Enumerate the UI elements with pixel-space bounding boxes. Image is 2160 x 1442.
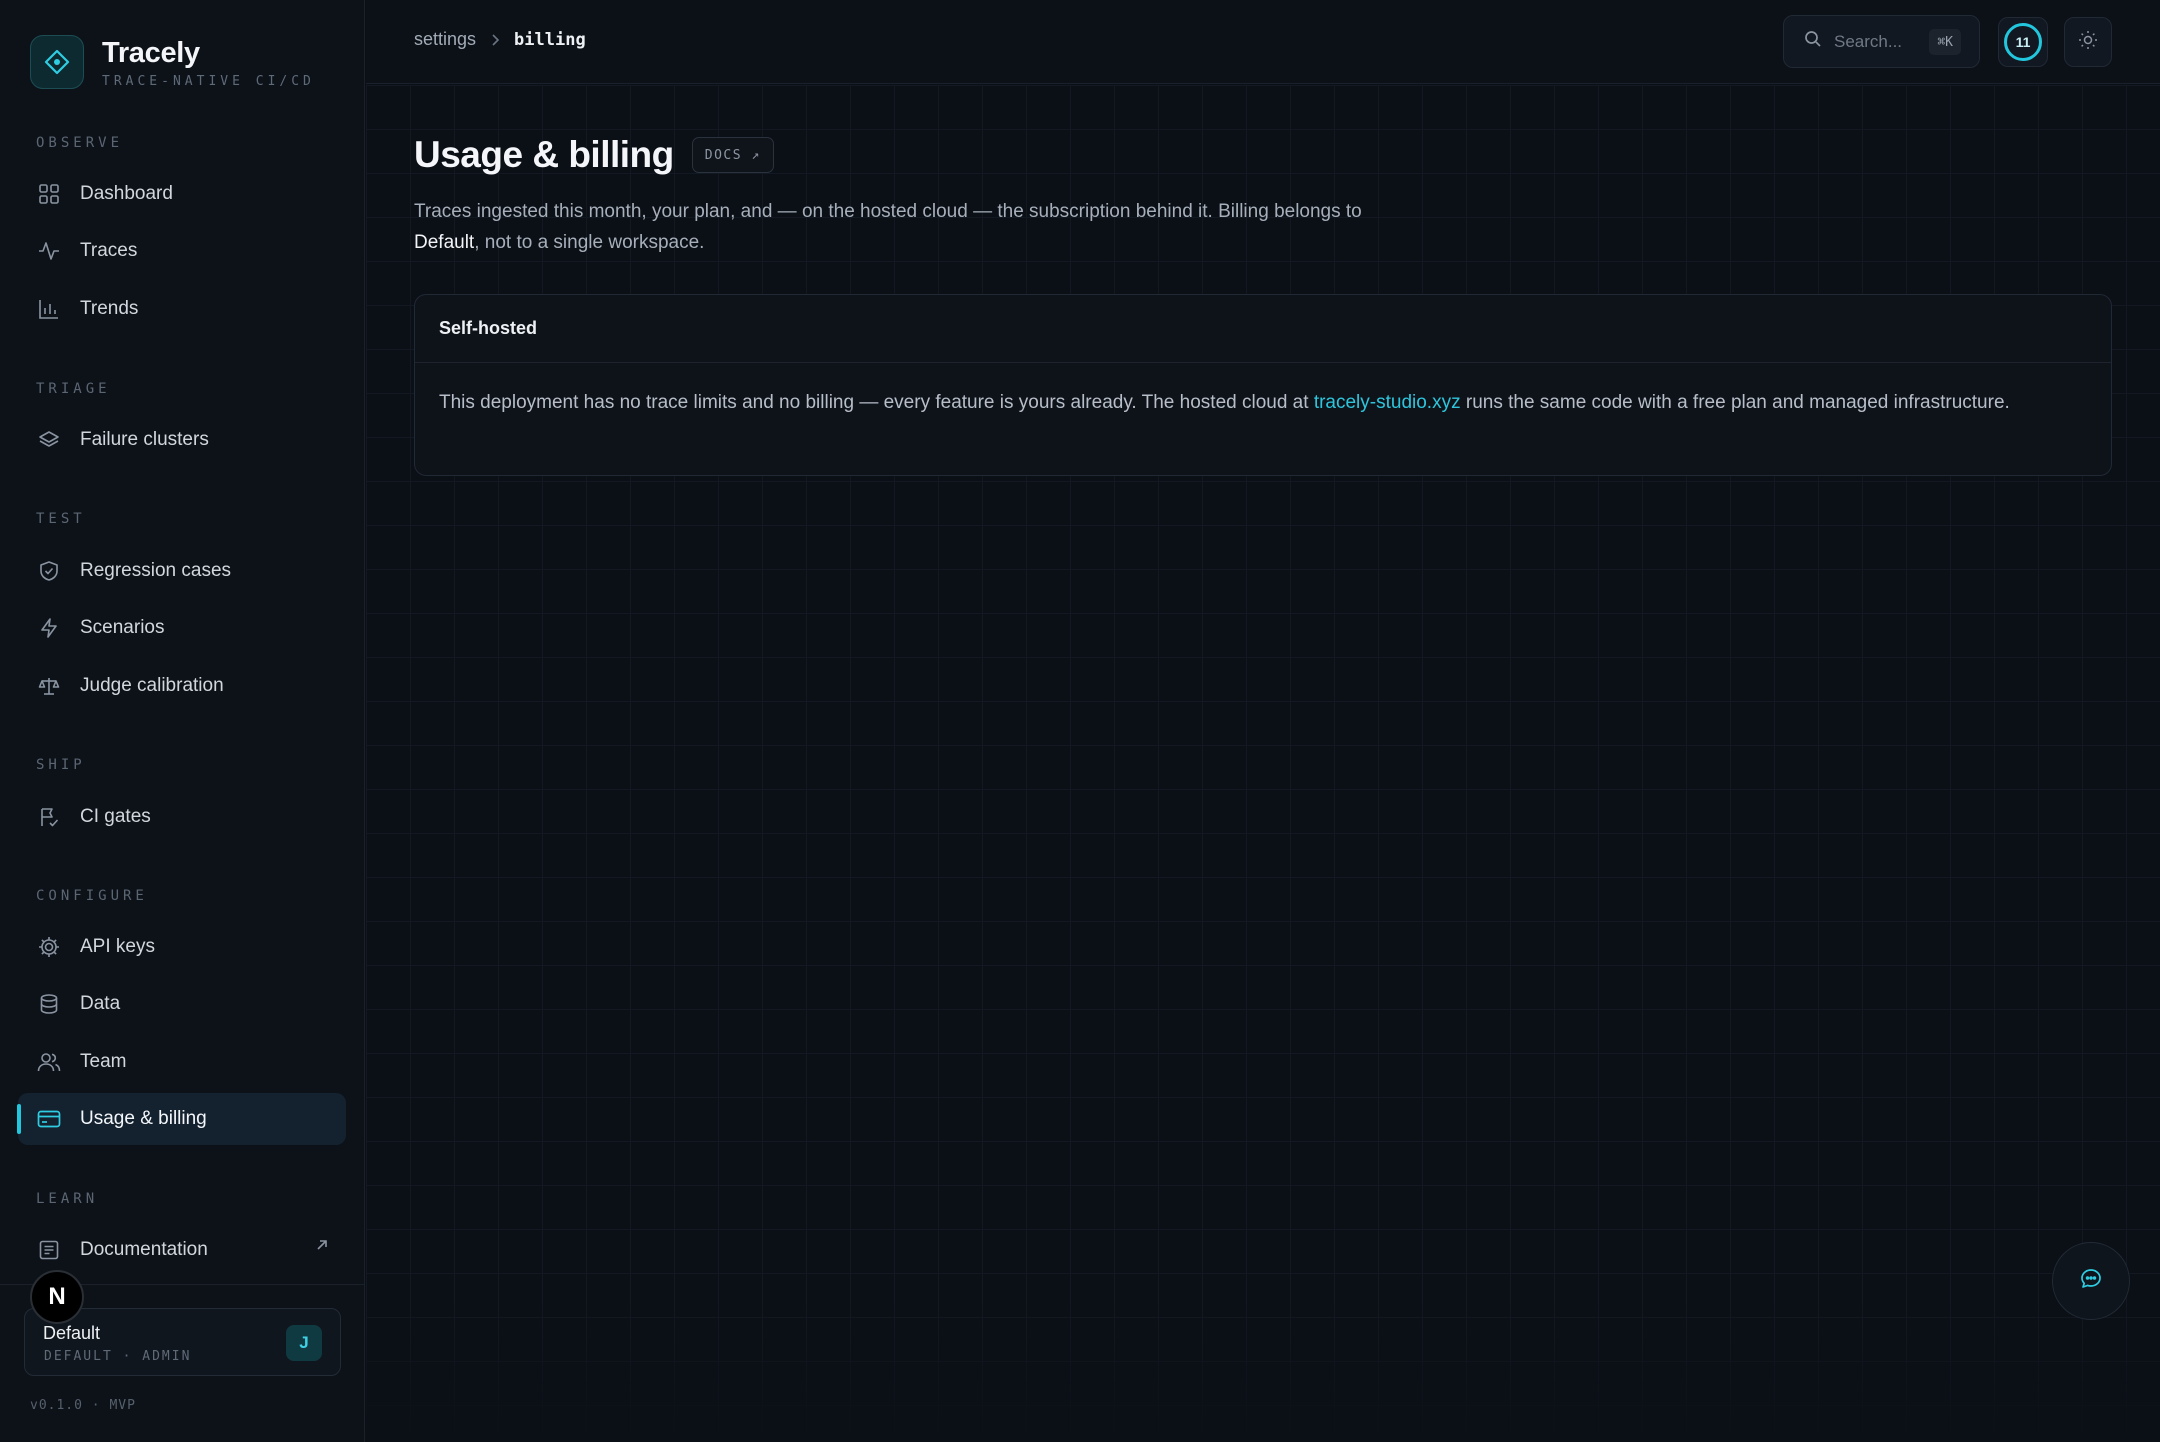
sidebar-item-ci-gates[interactable]: CI gates bbox=[18, 791, 346, 843]
page-title: Usage & billing bbox=[414, 134, 674, 175]
avatar[interactable]: N bbox=[30, 1270, 84, 1324]
sidebar-item-label: Dashboard bbox=[80, 183, 173, 204]
sidebar-item-usage-billing[interactable]: Usage & billing bbox=[17, 1093, 346, 1145]
sidebar-item-label: Scenarios bbox=[80, 617, 165, 638]
sidebar-item-label: Trends bbox=[80, 298, 139, 319]
sidebar-item-label: CI gates bbox=[80, 806, 151, 827]
shield-icon bbox=[36, 558, 62, 584]
sidebar-item-label: Team bbox=[80, 1051, 127, 1072]
topbar: settings billing Search... ⌘K 11 bbox=[366, 0, 2160, 84]
search-placeholder: Search... bbox=[1834, 31, 1903, 51]
card-body-text: This deployment has no trace limits and … bbox=[439, 392, 1314, 413]
chat-icon bbox=[2079, 1267, 2103, 1296]
gear-icon bbox=[36, 934, 62, 960]
sidebar-item-label: Documentation bbox=[80, 1239, 208, 1260]
sidebar-item-label: Data bbox=[80, 993, 121, 1014]
sidebar-item-trends[interactable]: Trends bbox=[18, 283, 346, 335]
bolt-icon bbox=[36, 615, 62, 641]
sidebar-item-label: Judge calibration bbox=[80, 675, 224, 696]
activity-counter-button[interactable]: 11 bbox=[1998, 17, 2048, 67]
scale-icon bbox=[36, 673, 62, 699]
sidebar-item-scenarios[interactable]: Scenarios bbox=[18, 602, 346, 654]
nav-heading-test: TEST bbox=[36, 511, 86, 527]
document-icon bbox=[36, 1237, 62, 1263]
sidebar-item-label: API keys bbox=[80, 936, 155, 957]
sidebar-item-label: Regression cases bbox=[80, 560, 232, 581]
sidebar-item-label: Usage & billing bbox=[80, 1108, 207, 1129]
sun-icon bbox=[2077, 29, 2099, 56]
chevron-right-icon bbox=[490, 33, 500, 47]
search-input[interactable]: Search... ⌘K bbox=[1783, 15, 1980, 68]
nav-heading-triage: TRIAGE bbox=[36, 381, 111, 397]
card-body: This deployment has no trace limits and … bbox=[439, 387, 2089, 418]
workspace-meta: DEFAULT · ADMIN bbox=[44, 1349, 192, 1364]
sidebar-item-label: Traces bbox=[80, 240, 138, 261]
description-text: Traces ingested this month, your plan, a… bbox=[414, 201, 1362, 222]
counter-value: 11 bbox=[2004, 23, 2042, 61]
layers-icon bbox=[36, 427, 62, 453]
sidebar-item-failure-clusters[interactable]: Failure clusters bbox=[18, 414, 346, 466]
main-content bbox=[366, 85, 2160, 1442]
description-text-end: , not to a single workspace. bbox=[474, 232, 705, 253]
external-link-icon bbox=[314, 1237, 330, 1259]
brand-tagline: TRACE-NATIVE CI/CD bbox=[102, 73, 315, 89]
page-description: Traces ingested this month, your plan, a… bbox=[414, 196, 1414, 258]
search-icon bbox=[1804, 30, 1822, 53]
sidebar-item-data[interactable]: Data bbox=[18, 978, 346, 1030]
search-shortcut: ⌘K bbox=[1929, 29, 1961, 55]
sidebar-item-team[interactable]: Team bbox=[18, 1036, 346, 1088]
logo-icon bbox=[30, 35, 84, 89]
sidebar-item-judge-calibration[interactable]: Judge calibration bbox=[18, 660, 346, 712]
bar-chart-icon bbox=[36, 296, 62, 322]
sidebar-item-label: Failure clusters bbox=[80, 429, 209, 450]
chat-button[interactable] bbox=[2052, 1242, 2130, 1320]
credit-card-icon bbox=[36, 1106, 62, 1132]
docs-link[interactable]: DOCS ↗ bbox=[691, 137, 774, 173]
brand[interactable]: Tracely TRACE-NATIVE CI/CD bbox=[30, 35, 315, 89]
nav-heading-ship: SHIP bbox=[36, 757, 86, 773]
version-label: v0.1.0 · MVP bbox=[30, 1398, 136, 1413]
sidebar: Tracely TRACE-NATIVE CI/CD OBSERVE Dashb… bbox=[0, 0, 365, 1442]
user-badge: J bbox=[286, 1325, 322, 1361]
nav-heading-learn: LEARN bbox=[36, 1191, 99, 1207]
breadcrumb-billing: billing bbox=[514, 29, 586, 50]
activity-icon bbox=[36, 238, 62, 264]
theme-toggle-button[interactable] bbox=[2064, 17, 2112, 67]
sidebar-item-api-keys[interactable]: API keys bbox=[18, 921, 346, 973]
workspace-name: Default bbox=[43, 1323, 101, 1343]
card-body-text-end: runs the same code with a free plan and … bbox=[1460, 392, 2010, 413]
card-title: Self-hosted bbox=[415, 295, 2111, 363]
nav-heading-configure: CONFIGURE bbox=[36, 888, 148, 904]
breadcrumb: settings billing bbox=[414, 29, 586, 50]
sidebar-item-traces[interactable]: Traces bbox=[18, 225, 346, 277]
brand-name: Tracely bbox=[102, 36, 200, 69]
sidebar-item-documentation[interactable]: Documentation bbox=[18, 1224, 346, 1276]
breadcrumb-settings[interactable]: settings bbox=[414, 29, 476, 50]
nav-heading-observe: OBSERVE bbox=[36, 135, 124, 151]
self-hosted-card: Self-hosted This deployment has no trace… bbox=[414, 294, 2112, 476]
grid-icon bbox=[36, 181, 62, 207]
users-icon bbox=[36, 1049, 62, 1075]
sidebar-item-dashboard[interactable]: Dashboard bbox=[18, 168, 346, 220]
sidebar-item-regression-cases[interactable]: Regression cases bbox=[18, 545, 346, 597]
hosted-cloud-link[interactable]: tracely-studio.xyz bbox=[1314, 392, 1461, 413]
flag-check-icon bbox=[36, 804, 62, 830]
page-header: Usage & billing DOCS ↗ bbox=[414, 134, 774, 176]
database-icon bbox=[36, 991, 62, 1017]
organization-name: Default bbox=[414, 232, 475, 253]
